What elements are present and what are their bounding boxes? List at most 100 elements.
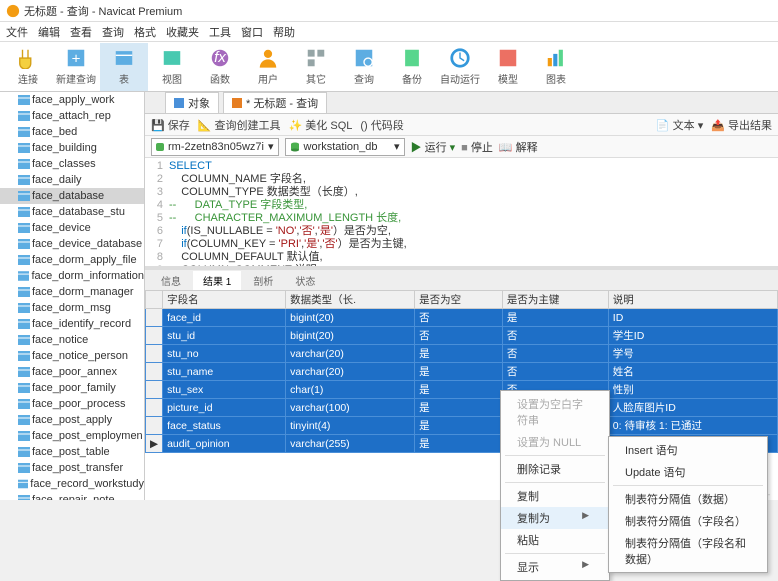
table-cell[interactable]: 否 (415, 327, 503, 345)
menu-show[interactable]: 显示▶ (501, 556, 609, 578)
menu-item[interactable]: 帮助 (273, 24, 295, 40)
table-row[interactable]: stu_namevarchar(20)是否姓名 (146, 363, 778, 381)
table-cell[interactable]: tinyint(4) (286, 417, 415, 435)
tab-profile[interactable]: 剖析 (243, 271, 283, 290)
sql-editor[interactable]: 1SELECT2 COLUMN_NAME 字段名,3 COLUMN_TYPE 数… (145, 158, 778, 266)
menu-item[interactable]: 格式 (134, 24, 156, 40)
menu-paste[interactable]: 粘贴 (501, 529, 609, 551)
table-row[interactable]: picture_idvarchar(100)是否人脸库图片ID (146, 399, 778, 417)
table-cell[interactable]: stu_sex (163, 381, 286, 399)
menu-copy[interactable]: 复制 (501, 485, 609, 507)
tree-item[interactable]: face_daily (0, 172, 144, 188)
table-cell[interactable]: 学号 (608, 345, 777, 363)
tree-item[interactable]: face_repair_note (0, 492, 144, 500)
menu-tsv-data[interactable]: 制表符分隔值（数据） (609, 488, 767, 510)
table-cell[interactable]: picture_id (163, 399, 286, 417)
column-header[interactable]: 是否为主键 (502, 291, 608, 309)
run-button[interactable]: ▶ 运行 ▾ (411, 139, 456, 155)
tree-item[interactable]: face_poor_family (0, 380, 144, 396)
table-cell[interactable]: 是 (415, 399, 503, 417)
table-cell[interactable]: 否 (502, 345, 608, 363)
tree-item[interactable]: face_dorm_apply_file (0, 252, 144, 268)
table-row[interactable]: face_statustinyint(4)是否0: 待审核 1: 已通过 (146, 417, 778, 435)
tree-item[interactable]: face_post_apply (0, 412, 144, 428)
tree-item[interactable]: face_dorm_msg (0, 300, 144, 316)
tree-item[interactable]: face_device_database (0, 236, 144, 252)
beautify-button[interactable]: ✨ 美化 SQL (289, 117, 353, 133)
table-cell[interactable]: 是 (415, 363, 503, 381)
table-cell[interactable]: bigint(20) (286, 309, 415, 327)
tab-result1[interactable]: 结果 1 (193, 271, 241, 290)
tree-item[interactable]: face_post_employmen (0, 428, 144, 444)
tree-item[interactable]: face_attach_rep (0, 108, 144, 124)
table-cell[interactable]: 是 (415, 345, 503, 363)
table-row[interactable]: face_idbigint(20)否是ID (146, 309, 778, 327)
menu-item[interactable]: 查看 (70, 24, 92, 40)
menu-item[interactable]: 文件 (6, 24, 28, 40)
tree-item[interactable]: face_bed (0, 124, 144, 140)
table-cell[interactable]: stu_no (163, 345, 286, 363)
tab-objects[interactable]: 对象 (165, 92, 219, 113)
tool-table[interactable]: 表 (100, 43, 148, 91)
table-cell[interactable]: 是 (415, 381, 503, 399)
tree-item[interactable]: face_database_stu (0, 204, 144, 220)
tool-fx[interactable]: fx函数 (196, 43, 244, 91)
server-select[interactable]: rm-2zetn83n05wz7i▾ (151, 138, 279, 156)
menu-item[interactable]: 窗口 (241, 24, 263, 40)
table-cell[interactable]: audit_opinion (163, 435, 286, 453)
tree-item[interactable]: face_building (0, 140, 144, 156)
menu-insert-stmt[interactable]: Insert 语句 (609, 439, 767, 461)
table-cell[interactable]: varchar(100) (286, 399, 415, 417)
table-cell[interactable]: stu_name (163, 363, 286, 381)
table-cell[interactable]: ID (608, 309, 777, 327)
menu-set-blank[interactable]: 设置为空白字符串 (501, 393, 609, 431)
table-cell[interactable]: varchar(255) (286, 435, 415, 453)
menu-set-null[interactable]: 设置为 NULL (501, 431, 609, 453)
database-select[interactable]: workstation_db▾ (285, 138, 405, 156)
tool-newq[interactable]: +新建查询 (52, 43, 100, 91)
tab-status[interactable]: 状态 (285, 271, 325, 290)
tool-other[interactable]: 其它 (292, 43, 340, 91)
menu-delete[interactable]: 删除记录 (501, 458, 609, 480)
table-cell[interactable]: bigint(20) (286, 327, 415, 345)
tree-item[interactable]: face_notice (0, 332, 144, 348)
tree-item[interactable]: face_post_table (0, 444, 144, 460)
tool-user[interactable]: 用户 (244, 43, 292, 91)
tree-item[interactable]: face_record_workstudy (0, 476, 144, 492)
table-cell[interactable]: 否 (415, 309, 503, 327)
table-cell[interactable]: stu_id (163, 327, 286, 345)
tab-info[interactable]: 信息 (151, 271, 191, 290)
table-cell[interactable]: 否 (502, 363, 608, 381)
table-cell[interactable]: 性别 (608, 381, 777, 399)
column-header[interactable]: 是否为空 (415, 291, 503, 309)
table-cell[interactable]: 0: 待审核 1: 已通过 (608, 417, 777, 435)
menu-item[interactable]: 工具 (209, 24, 231, 40)
explain-button[interactable]: 📖 解释 (499, 139, 538, 155)
tree-item[interactable]: face_device (0, 220, 144, 236)
menu-item[interactable]: 收藏夹 (166, 24, 199, 40)
table-cell[interactable]: 学生ID (608, 327, 777, 345)
tree-item[interactable]: face_notice_person (0, 348, 144, 364)
tool-plug[interactable]: 连接 (4, 43, 52, 91)
table-row[interactable]: stu_novarchar(20)是否学号 (146, 345, 778, 363)
save-button[interactable]: 💾 保存 (151, 117, 190, 133)
menu-item[interactable]: 编辑 (38, 24, 60, 40)
table-cell[interactable]: 姓名 (608, 363, 777, 381)
tree-item[interactable]: face_dorm_information (0, 268, 144, 284)
menu-copy-as[interactable]: 复制为▶ (501, 507, 609, 529)
tree-item[interactable]: face_poor_annex (0, 364, 144, 380)
tool-model[interactable]: 模型 (484, 43, 532, 91)
tree-item[interactable]: face_dorm_manager (0, 284, 144, 300)
column-header[interactable]: 说明 (608, 291, 777, 309)
menu-tsv-both[interactable]: 制表符分隔值（字段名和数据） (609, 532, 767, 570)
tree-item[interactable]: face_post_transfer (0, 460, 144, 476)
tree-item[interactable]: face_apply_work (0, 92, 144, 108)
stop-button[interactable]: ■ 停止 (461, 139, 493, 155)
tool-query[interactable]: 查询 (340, 43, 388, 91)
text-button[interactable]: 📄 文本 ▾ (656, 117, 703, 133)
tool-view[interactable]: 视图 (148, 43, 196, 91)
tool-chart[interactable]: 图表 (532, 43, 580, 91)
result-table[interactable]: 字段名数据类型（长.是否为空是否为主键说明 face_idbigint(20)否… (145, 290, 778, 453)
snippet-button[interactable]: () 代码段 (360, 117, 403, 133)
tree-item[interactable]: face_database (0, 188, 144, 204)
